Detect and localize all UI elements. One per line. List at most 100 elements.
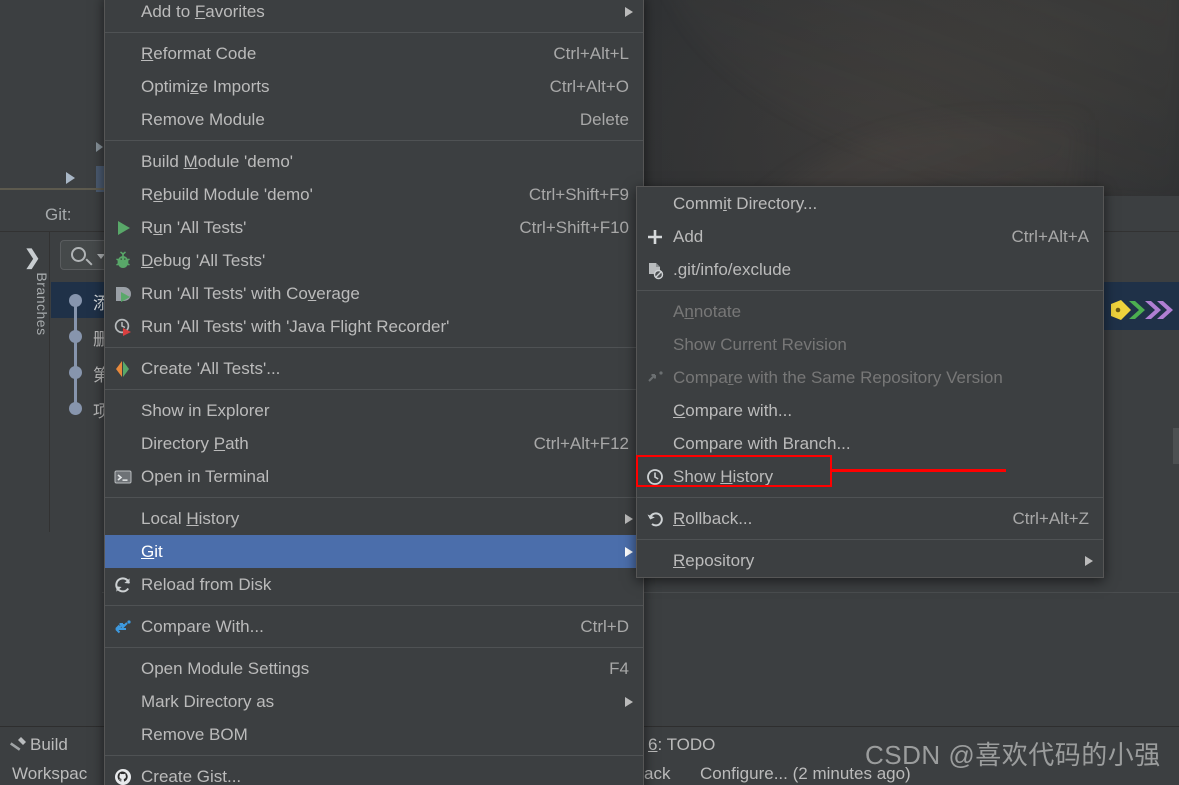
scrollbar-thumb[interactable] <box>1173 428 1179 464</box>
menu-item-label: Compare With... <box>141 616 264 636</box>
menu-item-label: Optimize Imports <box>141 76 270 96</box>
menu-item-shortcut: Ctrl+Alt+Z <box>1012 508 1089 528</box>
terminal-icon <box>114 470 132 483</box>
menu-separator <box>105 347 643 348</box>
chevron-right-icon <box>1085 555 1093 566</box>
menu-item-shortcut: Ctrl+Shift+F10 <box>519 217 629 237</box>
menu-separator <box>105 32 643 33</box>
coverage-icon <box>116 286 131 302</box>
menu-item-rollback[interactable]: Rollback... Ctrl+Alt+Z <box>637 502 1103 535</box>
menu-item-show-current-revision: Show Current Revision <box>637 328 1103 361</box>
menu-item-optimize-imports[interactable]: Optimize Imports Ctrl+Alt+O <box>105 70 643 103</box>
commit-node <box>69 330 82 343</box>
menu-item-open-module-settings[interactable]: Open Module Settings F4 <box>105 652 643 685</box>
commit-node <box>69 402 82 415</box>
commit-node <box>69 366 82 379</box>
menu-item-label: .git/info/exclude <box>673 259 792 279</box>
menu-separator <box>105 389 643 390</box>
status-todo-tab[interactable]: 6: TODO <box>648 735 715 755</box>
tree-expand-icon-top[interactable] <box>96 142 103 152</box>
menu-item-compare-with[interactable]: Compare With... Ctrl+D <box>105 610 643 643</box>
menu-item-shortcut: Ctrl+Alt+F12 <box>533 433 629 453</box>
menu-item-compare-with-branch[interactable]: Compare with Branch... <box>637 427 1103 460</box>
tag-purple-icon <box>1145 301 1161 319</box>
commit-tags <box>1101 290 1179 330</box>
chevron-right-icon <box>625 6 633 17</box>
menu-item-label: Compare with the Same Repository Version <box>673 367 1003 387</box>
compare-icon <box>115 619 131 633</box>
menu-item-rebuild-module-demo[interactable]: Rebuild Module 'demo' Ctrl+Shift+F9 <box>105 178 643 211</box>
menu-item-git[interactable]: Git <box>105 535 643 568</box>
project-context-menu[interactable]: Add to Favorites Reformat Code Ctrl+Alt+L O… <box>104 0 644 785</box>
menu-item-label: Add <box>673 226 704 246</box>
menu-item-remove-bom[interactable]: Remove BOM <box>105 718 643 751</box>
menu-separator <box>105 755 643 756</box>
menu-separator <box>637 290 1103 291</box>
menu-item-mark-directory-as[interactable]: Mark Directory as <box>105 685 643 718</box>
menu-item-shortcut: Delete <box>579 109 629 129</box>
menu-item-shortcut: Ctrl+Alt+O <box>549 76 629 96</box>
menu-item-build-module-demo[interactable]: Build Module 'demo' <box>105 145 643 178</box>
menu-item-repository[interactable]: Repository <box>637 544 1103 577</box>
menu-item-reformat-code[interactable]: Reformat Code Ctrl+Alt+L <box>105 37 643 70</box>
menu-item-label: Show Current Revision <box>673 334 847 354</box>
menu-item-run-all-tests-with-java-flight-recorder[interactable]: Run 'All Tests' with 'Java Flight Record… <box>105 310 643 343</box>
menu-item-debug-all-tests[interactable]: Debug 'All Tests' <box>105 244 643 277</box>
menu-item-local-history[interactable]: Local History <box>105 502 643 535</box>
reload-icon <box>115 576 130 592</box>
menu-item-create-all-tests[interactable]: Create 'All Tests'... <box>105 352 643 385</box>
menu-item-label: Local History <box>141 508 240 528</box>
menu-item-add[interactable]: Add Ctrl+Alt+A <box>637 220 1103 253</box>
search-icon <box>71 247 86 262</box>
compare-icon-disabled <box>648 370 663 382</box>
menu-item-shortcut: Ctrl+Alt+L <box>553 43 629 63</box>
menu-separator <box>637 539 1103 540</box>
menu-item-open-in-terminal[interactable]: Open in Terminal <box>105 460 643 493</box>
menu-item-shortcut: Ctrl+Shift+F9 <box>528 184 629 204</box>
menu-item-label: Git <box>141 541 163 561</box>
menu-item-shortcut: F4 <box>609 658 629 678</box>
project-tool-window[interactable] <box>0 0 108 196</box>
menu-item-directory-path[interactable]: Directory Path Ctrl+Alt+F12 <box>105 427 643 460</box>
status-workspace-label[interactable]: Workspac <box>12 764 87 784</box>
tag-green-icon <box>1129 301 1145 319</box>
menu-item-label: Remove BOM <box>141 724 248 744</box>
menu-item-shortcut: Ctrl+D <box>580 616 629 636</box>
create-config-icon <box>116 360 129 377</box>
history-clock-icon <box>647 468 663 485</box>
github-icon <box>115 768 131 785</box>
menu-item-label: Directory Path <box>141 433 249 453</box>
debug-icon <box>116 250 130 268</box>
git-submenu[interactable]: Commit Directory... Add Ctrl+Alt+A .git/inf… <box>636 186 1104 578</box>
status-build-label[interactable]: Build <box>30 735 68 755</box>
menu-item-label: Create 'All Tests'... <box>141 358 281 378</box>
menu-item-shortcut: Ctrl+Alt+A <box>1011 226 1089 246</box>
menu-item-create-gist[interactable]: Create Gist... <box>105 760 643 785</box>
menu-item-show-in-explorer[interactable]: Show in Explorer <box>105 394 643 427</box>
exclude-icon <box>649 262 664 279</box>
panel-divider <box>0 188 108 190</box>
tag-yellow-icon <box>1111 300 1131 320</box>
menu-separator <box>637 497 1103 498</box>
menu-item-show-history[interactable]: Show History <box>637 460 1103 493</box>
menu-item-git-info-exclude[interactable]: .git/info/exclude <box>637 253 1103 286</box>
menu-item-remove-module[interactable]: Remove Module Delete <box>105 103 643 136</box>
menu-item-label: Add to Favorites <box>141 1 265 21</box>
branches-label[interactable]: Branches <box>30 256 50 352</box>
tag-icons <box>1111 300 1173 320</box>
menu-separator <box>105 140 643 141</box>
menu-item-label: Mark Directory as <box>141 691 275 711</box>
menu-item-run-all-tests-with-coverage[interactable]: Run 'All Tests' with Coverage <box>105 277 643 310</box>
search-icon-handle <box>85 258 93 266</box>
run-icon <box>118 220 130 235</box>
menu-item-reload-from-disk[interactable]: Reload from Disk <box>105 568 643 601</box>
tree-expand-icon[interactable] <box>66 172 75 184</box>
menu-item-commit-directory[interactable]: Commit Directory... <box>637 187 1103 220</box>
status-ack-label: ack <box>644 764 671 783</box>
menu-item-label: Rollback... <box>673 508 753 528</box>
menu-item-compare-with[interactable]: Compare with... <box>637 394 1103 427</box>
menu-item-label: Run 'All Tests' <box>141 217 247 237</box>
menu-item-add-to-favorites[interactable]: Add to Favorites <box>105 0 643 28</box>
menu-separator <box>105 647 643 648</box>
menu-item-run-all-tests[interactable]: Run 'All Tests' Ctrl+Shift+F10 <box>105 211 643 244</box>
